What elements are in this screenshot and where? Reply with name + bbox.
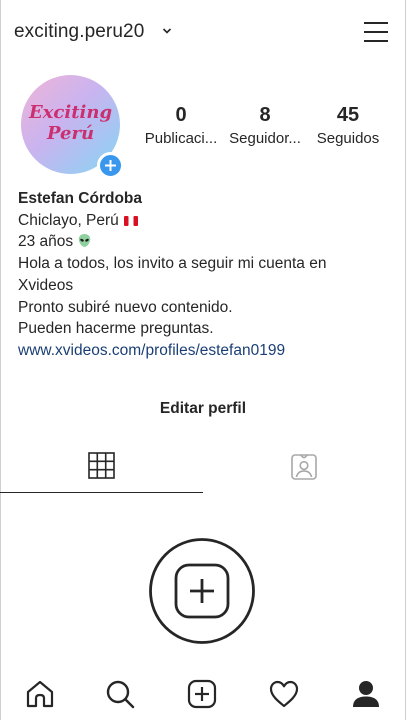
- followers-label: Seguidor...: [229, 130, 301, 147]
- bottom-navigation: [0, 664, 406, 720]
- bio-location-line: Chiclayo, Perú: [18, 210, 388, 232]
- account-username[interactable]: exciting.peru20: [14, 21, 144, 43]
- edit-profile-button[interactable]: Editar perfil: [0, 395, 406, 423]
- grid-icon: [88, 452, 115, 479]
- avatar-text-line2: Perú: [46, 123, 95, 144]
- profile-icon[interactable]: [350, 678, 382, 710]
- followers-count: 8: [259, 104, 271, 126]
- search-icon[interactable]: [104, 678, 136, 710]
- bio-line-3: Pronto subiré nuevo contenido.: [18, 298, 233, 316]
- stat-followers[interactable]: 8 Seguidor...: [225, 103, 305, 147]
- following-count: 45: [336, 104, 360, 126]
- hamburger-menu-icon[interactable]: [363, 20, 389, 44]
- stat-posts[interactable]: 0 Publicaci...: [141, 103, 221, 147]
- following-label: Seguidos: [316, 130, 380, 147]
- profile-bio: Estefan Córdoba Chiclayo, Perú 23 años H…: [18, 188, 388, 362]
- bio-line-4: Pueden hacerme preguntas.: [18, 320, 214, 338]
- avatar-text-line1: Exciting: [28, 102, 113, 123]
- bio-age: 23 años: [18, 233, 74, 251]
- bio-location: Chiclayo, Perú: [18, 211, 119, 229]
- new-post-icon[interactable]: [186, 678, 218, 710]
- posts-label: Publicaci...: [144, 130, 218, 147]
- add-post-icon[interactable]: [148, 537, 256, 645]
- tab-posts-grid[interactable]: [0, 444, 203, 493]
- tagged-person-icon: [291, 454, 317, 480]
- chevron-down-icon[interactable]: [162, 27, 172, 35]
- plus-icon: [105, 160, 116, 171]
- heart-icon[interactable]: [268, 678, 300, 710]
- bio-line-1: Hola a todos, los invito a seguir mi cue…: [18, 255, 327, 273]
- bio-line-2: Xvideos: [18, 276, 74, 294]
- posts-count: 0: [175, 104, 187, 126]
- tab-tagged[interactable]: [203, 444, 406, 492]
- alien-icon: [78, 234, 91, 248]
- home-icon[interactable]: [24, 678, 56, 710]
- stat-following[interactable]: 45 Seguidos: [310, 103, 386, 147]
- bio-website-link[interactable]: www.xvideos.com/profiles/estefan0199: [18, 340, 388, 362]
- profile-name: Estefan Córdoba: [18, 190, 143, 207]
- peru-flag-icon: [122, 214, 139, 227]
- avatar-logo-text: Exciting Perú: [21, 102, 120, 144]
- bio-age-line: 23 años: [18, 231, 388, 253]
- add-story-button[interactable]: [97, 152, 124, 179]
- top-bar: exciting.peru20: [0, 0, 406, 66]
